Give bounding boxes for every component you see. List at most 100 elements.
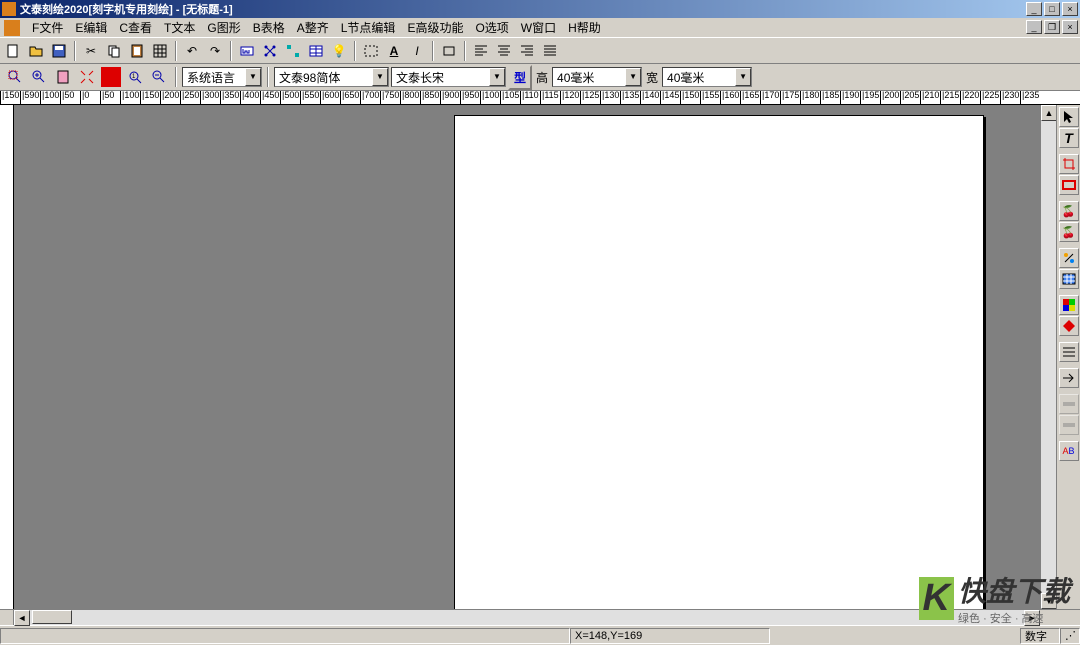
language-combo[interactable]: 系统语言 ▼: [182, 67, 262, 87]
zoom-all-button[interactable]: 1: [124, 66, 146, 88]
lightbulb-button[interactable]: 💡: [328, 40, 350, 62]
font-family-combo[interactable]: 文泰98简体 ▼: [274, 67, 389, 87]
font-family-value: 文泰98简体: [275, 69, 372, 86]
align-center-button[interactable]: [493, 40, 515, 62]
vscroll-track[interactable]: [1041, 121, 1056, 593]
app-icon: [2, 2, 16, 16]
dropdown-icon[interactable]: ▼: [372, 68, 388, 86]
cut-button[interactable]: ✂: [80, 40, 102, 62]
save-button[interactable]: [48, 40, 70, 62]
type-button[interactable]: 型: [508, 65, 532, 90]
workarea: ▲ ▼ T 🍒 🍒 AB: [0, 105, 1080, 609]
zoom-extents-button[interactable]: [76, 66, 98, 88]
window-title: 文泰刻绘2020[刻字机专用刻绘] - [无标题-1]: [20, 1, 1026, 17]
diamond-tool[interactable]: [1059, 316, 1079, 336]
menu-view[interactable]: C查看: [113, 17, 158, 38]
undo-button[interactable]: ↶: [181, 40, 203, 62]
grid-button[interactable]: [149, 40, 171, 62]
width-combo[interactable]: 40毫米 ▼: [662, 67, 752, 87]
menu-edit[interactable]: E编辑: [69, 17, 113, 38]
pointer-tool[interactable]: [1059, 107, 1079, 127]
open-button[interactable]: [25, 40, 47, 62]
italic-button[interactable]: I: [406, 40, 428, 62]
cherry-tool-1[interactable]: 🍒: [1059, 201, 1079, 221]
paste-button[interactable]: [126, 40, 148, 62]
align-left-button[interactable]: [470, 40, 492, 62]
menu-text[interactable]: T文本: [158, 17, 201, 38]
ab-tool[interactable]: AB: [1059, 441, 1079, 461]
watermark-logo-icon: K: [919, 577, 954, 620]
toolbar-main: ✂ ↶ ↷ 💡 A I: [0, 37, 1080, 64]
minimize-button[interactable]: _: [1026, 2, 1042, 16]
crop-tool[interactable]: [1059, 154, 1079, 174]
menu-table[interactable]: B表格: [247, 17, 291, 38]
hscroll-thumb[interactable]: [32, 610, 72, 624]
doc-close-button[interactable]: ×: [1062, 20, 1078, 34]
menu-help[interactable]: H帮助: [562, 17, 607, 38]
plot-button[interactable]: [236, 40, 258, 62]
height-value: 40毫米: [553, 69, 625, 86]
canvas[interactable]: [14, 105, 1040, 609]
zoom-fill-button[interactable]: [100, 66, 122, 88]
font-style-value: 文泰长宋: [392, 69, 489, 86]
zoom-selection-button[interactable]: [4, 66, 26, 88]
menubar: F文件 E编辑 C查看 T文本 G图形 B表格 A整齐 L节点编辑 E高级功能 …: [0, 18, 1080, 37]
table-tool[interactable]: [1059, 269, 1079, 289]
ruler-tool-1[interactable]: [1059, 394, 1079, 414]
menu-file[interactable]: F文件: [26, 17, 69, 38]
dropdown-icon[interactable]: ▼: [489, 68, 505, 86]
scroll-left-button[interactable]: ◄: [14, 610, 30, 626]
svg-text:1: 1: [132, 74, 136, 80]
font-style-combo[interactable]: 文泰长宋 ▼: [391, 67, 506, 87]
doc-minimize-button[interactable]: _: [1026, 20, 1042, 34]
menu-advanced[interactable]: E高级功能: [401, 17, 469, 38]
lines-tool-1[interactable]: [1059, 342, 1079, 362]
watermark-brand: 快盘下载: [958, 570, 1070, 610]
new-button[interactable]: [2, 40, 24, 62]
cherry-tool-2[interactable]: 🍒: [1059, 222, 1079, 242]
menu-window[interactable]: W窗口: [515, 17, 562, 38]
text-tool[interactable]: T: [1059, 128, 1079, 148]
ruler-horizontal: |150|590|100|50|0|50|100|150|200|250|300…: [0, 91, 1080, 105]
rect-button[interactable]: [438, 40, 460, 62]
scroll-up-button[interactable]: ▲: [1041, 105, 1057, 121]
zoom-in-button[interactable]: [28, 66, 50, 88]
table-button[interactable]: [305, 40, 327, 62]
copy-button[interactable]: [103, 40, 125, 62]
close-button[interactable]: ×: [1062, 2, 1078, 16]
language-value: 系统语言: [183, 69, 245, 86]
menu-options[interactable]: O选项: [469, 17, 514, 38]
nodes-button[interactable]: [259, 40, 281, 62]
height-label: 高: [534, 69, 550, 86]
menu-node[interactable]: L节点编辑: [335, 17, 402, 38]
height-combo[interactable]: 40毫米 ▼: [552, 67, 642, 87]
text-a-button[interactable]: A: [383, 40, 405, 62]
dropdown-icon[interactable]: ▼: [735, 68, 751, 86]
align-right-button[interactable]: [516, 40, 538, 62]
color-tool[interactable]: [1059, 295, 1079, 315]
doc-restore-button[interactable]: ❐: [1044, 20, 1060, 34]
menu-graphic[interactable]: G图形: [201, 17, 246, 38]
zoom-out-button[interactable]: [148, 66, 170, 88]
dashed-rect-button[interactable]: [360, 40, 382, 62]
restore-button[interactable]: □: [1044, 2, 1060, 16]
statusbar: X=148,Y=169 数字 ⋰: [0, 625, 1080, 645]
redo-button[interactable]: ↷: [204, 40, 226, 62]
align-justify-button[interactable]: [539, 40, 561, 62]
menu-align[interactable]: A整齐: [291, 17, 335, 38]
dropdown-icon[interactable]: ▼: [625, 68, 641, 86]
hscroll-track[interactable]: [30, 610, 1024, 625]
rectangle-tool[interactable]: [1059, 175, 1079, 195]
doc-icon: [4, 20, 20, 36]
zoom-page-button[interactable]: [52, 66, 74, 88]
arrow-tool[interactable]: [1059, 368, 1079, 388]
side-toolbar: T 🍒 🍒 AB: [1056, 105, 1080, 609]
toolbar-font: 1 系统语言 ▼ 文泰98简体 ▼ 文泰长宋 ▼ 型 高 40毫米 ▼ 宽 40…: [0, 64, 1080, 91]
width-value: 40毫米: [663, 69, 735, 86]
watermark: K 快盘下载 绿色 · 安全 · 高速: [919, 570, 1070, 626]
dropdown-icon[interactable]: ▼: [245, 68, 261, 86]
snap-button[interactable]: [282, 40, 304, 62]
page: [454, 115, 984, 609]
ruler-tool-2[interactable]: [1059, 415, 1079, 435]
percent-tool[interactable]: [1059, 248, 1079, 268]
